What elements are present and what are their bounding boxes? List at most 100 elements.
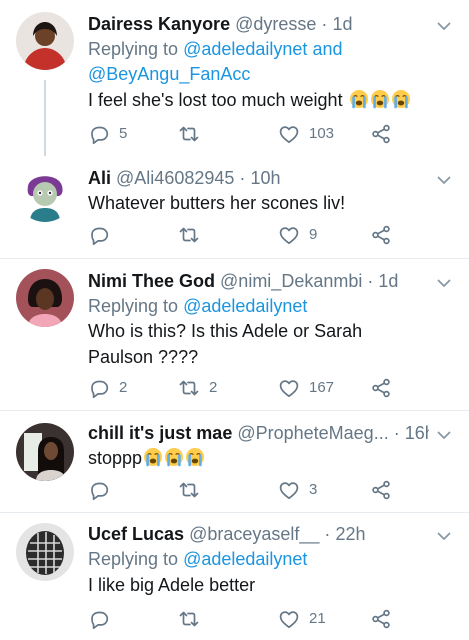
tweet-header: chill it's just mae @PropheteMaeg... · 1… bbox=[88, 421, 429, 445]
share-button[interactable] bbox=[370, 606, 392, 632]
thread-line bbox=[44, 80, 46, 156]
tweet-actions: 9 bbox=[88, 222, 398, 248]
retweet-button[interactable] bbox=[178, 121, 209, 147]
retweet-button[interactable] bbox=[178, 606, 209, 632]
share-icon bbox=[372, 225, 390, 245]
tweet-text-content: I feel she's lost too much weight bbox=[88, 90, 343, 110]
display-name[interactable]: Nimi Thee God bbox=[88, 271, 215, 291]
retweet-button[interactable] bbox=[178, 222, 209, 248]
display-name[interactable]: Dairess Kanyore bbox=[88, 14, 230, 34]
share-icon bbox=[372, 124, 390, 144]
mention-link[interactable]: @BeyAngu_FanAcc bbox=[88, 64, 250, 84]
share-icon bbox=[372, 480, 390, 500]
user-handle[interactable]: @dyresse bbox=[235, 14, 316, 34]
tweet[interactable]: chill it's just mae @PropheteMaeg... · 1… bbox=[0, 411, 469, 512]
retweet-icon bbox=[179, 126, 199, 142]
like-button[interactable]: 9 bbox=[278, 222, 317, 248]
replying-to: Replying to @adeledailynet and bbox=[88, 37, 343, 61]
loudly-crying-face-icon bbox=[348, 89, 369, 109]
timestamp[interactable]: 1d bbox=[378, 271, 398, 291]
reply-icon bbox=[91, 482, 109, 501]
mention-link[interactable]: @adeledailynet bbox=[183, 549, 307, 569]
tweet-header: Dairess Kanyore @dyresse · 1d bbox=[88, 12, 429, 36]
tweet-text-line: Who is this? Is this Adele or Sarah bbox=[88, 321, 363, 341]
heart-icon bbox=[279, 126, 299, 144]
like-count: 9 bbox=[309, 226, 318, 243]
chevron-down-icon[interactable] bbox=[435, 426, 453, 444]
avatar[interactable] bbox=[16, 164, 74, 222]
reply-button[interactable] bbox=[88, 606, 119, 632]
share-button[interactable] bbox=[370, 121, 392, 147]
avatar[interactable] bbox=[16, 12, 74, 70]
loudly-crying-face-icon bbox=[185, 447, 206, 467]
tweet[interactable]: Ucef Lucas @braceyaself__ · 22h Replying… bbox=[0, 513, 469, 640]
tweet-text: Who is this? Is this Adele or Sarah Paul… bbox=[88, 318, 445, 370]
reply-icon bbox=[91, 126, 109, 145]
reply-icon bbox=[91, 380, 109, 399]
tweet-actions: 21 bbox=[88, 606, 398, 632]
heart-icon bbox=[279, 227, 299, 245]
heart-icon bbox=[279, 380, 299, 398]
share-button[interactable] bbox=[370, 222, 392, 248]
chevron-down-icon[interactable] bbox=[435, 171, 453, 189]
timestamp[interactable]: 22h bbox=[335, 524, 365, 544]
chevron-down-icon[interactable] bbox=[435, 17, 453, 35]
like-button[interactable]: 167 bbox=[278, 375, 334, 401]
like-count: 3 bbox=[309, 481, 318, 498]
tweet-text-content: I like big Adele better bbox=[88, 575, 256, 595]
mention-link[interactable]: @adeledailynet bbox=[183, 296, 307, 316]
user-handle[interactable]: @Ali46082945 bbox=[116, 168, 234, 188]
like-count: 167 bbox=[309, 379, 335, 396]
like-button[interactable]: 103 bbox=[278, 121, 334, 147]
loudly-crying-face-icon bbox=[369, 89, 390, 109]
retweet-button[interactable] bbox=[178, 477, 209, 503]
user-handle[interactable]: @PropheteMaeg... bbox=[237, 423, 388, 443]
tweet-actions: 2 2 167 bbox=[88, 375, 398, 401]
loudly-crying-face-icon bbox=[390, 89, 411, 109]
chevron-down-icon[interactable] bbox=[435, 274, 453, 292]
reply-button[interactable]: 5 bbox=[88, 121, 127, 147]
mention-link[interactable]: @adeledailynet bbox=[183, 39, 307, 59]
separator-dot: · bbox=[367, 271, 374, 291]
chevron-down-icon[interactable] bbox=[435, 527, 453, 545]
like-count: 103 bbox=[309, 125, 335, 142]
timestamp[interactable]: 10h bbox=[250, 168, 280, 188]
tweet-actions: 3 bbox=[88, 477, 398, 503]
user-handle[interactable]: @braceyaself__ bbox=[189, 524, 319, 544]
tweet-text-content: stoppp bbox=[88, 448, 143, 468]
reply-count: 5 bbox=[119, 125, 128, 142]
tweet-text-line: Paulson ???? bbox=[88, 347, 199, 367]
avatar[interactable] bbox=[16, 269, 74, 327]
tweet-text-content: Whatever butters her scones liv! bbox=[88, 193, 346, 213]
share-icon bbox=[372, 378, 390, 398]
retweet-button[interactable]: 2 bbox=[178, 375, 217, 401]
tweet[interactable]: Nimi Thee God @nimi_Dekanmbi · 1d Replyi… bbox=[0, 259, 469, 410]
like-button[interactable]: 3 bbox=[278, 477, 317, 503]
reply-button[interactable] bbox=[88, 222, 119, 248]
timestamp[interactable]: 16h bbox=[405, 423, 429, 443]
tweet-actions: 5 103 bbox=[88, 121, 398, 147]
tweet-header: Nimi Thee God @nimi_Dekanmbi · 1d bbox=[88, 269, 429, 293]
separator-dot: · bbox=[321, 14, 328, 34]
share-button[interactable] bbox=[370, 375, 392, 401]
replying-to: Replying to @adeledailynet bbox=[88, 294, 307, 318]
retweet-icon bbox=[179, 380, 199, 396]
share-button[interactable] bbox=[370, 477, 392, 503]
display-name[interactable]: Ali bbox=[88, 168, 111, 188]
retweet-icon bbox=[179, 482, 199, 498]
replying-to: @BeyAngu_FanAcc bbox=[88, 62, 250, 86]
tweet[interactable]: Dairess Kanyore @dyresse · 1d Replying t… bbox=[0, 0, 469, 156]
reply-button[interactable] bbox=[88, 477, 119, 503]
avatar[interactable] bbox=[16, 423, 74, 481]
display-name[interactable]: Ucef Lucas bbox=[88, 524, 184, 544]
tweet-header: Ali @Ali46082945 · 10h bbox=[88, 166, 429, 190]
tweet[interactable]: Ali @Ali46082945 · 10h Whatever butters … bbox=[0, 156, 469, 259]
reply-button[interactable]: 2 bbox=[88, 375, 127, 401]
timestamp[interactable]: 1d bbox=[332, 14, 352, 34]
user-handle[interactable]: @nimi_Dekanmbi bbox=[220, 271, 362, 291]
like-button[interactable]: 21 bbox=[278, 606, 326, 632]
display-name[interactable]: chill it's just mae bbox=[88, 423, 232, 443]
avatar[interactable] bbox=[16, 523, 74, 581]
replying-to: Replying to @adeledailynet bbox=[88, 547, 307, 571]
heart-icon bbox=[279, 611, 299, 629]
